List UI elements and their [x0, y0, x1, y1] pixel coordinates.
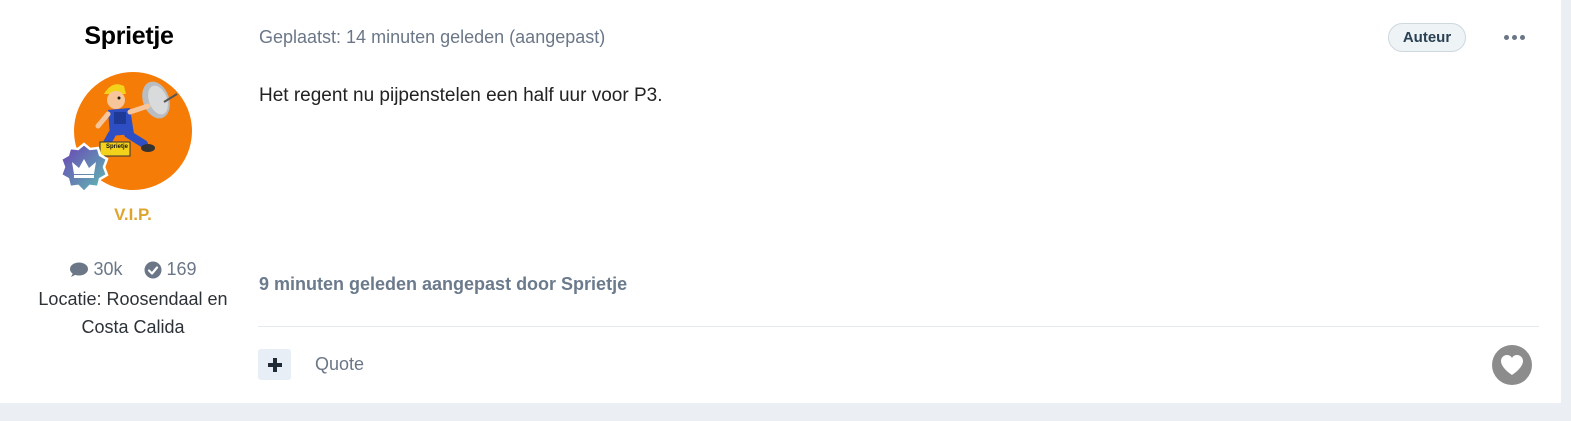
- post-menu-button[interactable]: [1500, 24, 1528, 50]
- multiquote-button[interactable]: [258, 349, 291, 380]
- like-button[interactable]: [1492, 345, 1532, 385]
- avatar-container[interactable]: Sprietje: [58, 70, 198, 195]
- post-body: Het regent nu pijpenstelen een half uur …: [259, 85, 663, 106]
- more-dots-icon: [1503, 34, 1509, 40]
- reputation-count: 169: [166, 259, 197, 279]
- forum-post: Sprietje Sprietje V.I.P. 30k 169 Locatie…: [0, 0, 1561, 403]
- check-circle-icon: [144, 261, 162, 278]
- edited-note: 9 minuten geleden aangepast door Sprietj…: [259, 274, 628, 294]
- comment-icon: [70, 262, 89, 277]
- member-rank: V.I.P.: [114, 205, 152, 224]
- crown-badge-icon: [59, 142, 109, 194]
- author-stats: 30k 169: [40, 259, 226, 280]
- divider: [258, 326, 1539, 327]
- quote-button[interactable]: Quote: [315, 354, 364, 375]
- post-count-stat[interactable]: 30k: [69, 259, 122, 280]
- author-badge: Auteur: [1388, 23, 1466, 52]
- plus-icon: [267, 357, 282, 372]
- author-panel: Sprietje Sprietje V.I.P. 30k 169 Locatie…: [0, 0, 258, 403]
- author-name[interactable]: Sprietje: [34, 22, 224, 51]
- reputation-stat[interactable]: 169: [144, 259, 197, 280]
- heart-icon: [1501, 355, 1523, 375]
- post-count: 30k: [93, 259, 123, 279]
- post-meta[interactable]: Geplaatst: 14 minuten geleden (aangepast…: [259, 27, 605, 48]
- author-location: Locatie: Roosendaal en Costa Calida: [38, 289, 228, 337]
